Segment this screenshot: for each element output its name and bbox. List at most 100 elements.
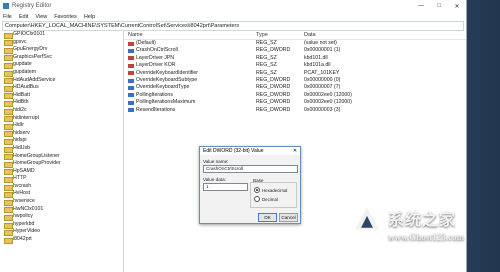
value-data-cell: kbd101.dll (304, 54, 328, 61)
tree-node[interactable]: hidinterrupt (0, 115, 123, 123)
tree-node-label: HidBth (13, 99, 29, 106)
tree-node-label: HyperVideo (13, 228, 41, 235)
tree-node-label: gupdate (13, 61, 32, 68)
tree-node[interactable]: GraphicsPerfSvc (0, 54, 123, 62)
value-data-cell: 0x00002ee0 (12000) (304, 91, 352, 98)
value-type-cell: REG_DWORD (256, 106, 291, 113)
minimize-button[interactable]: — (412, 3, 430, 9)
column-type-header[interactable]: Type (256, 32, 304, 38)
value-name-cell: PollingIterationsMaximum (124, 99, 256, 106)
close-button[interactable]: ✕ (448, 3, 466, 10)
maximize-button[interactable]: □ (430, 3, 448, 9)
value-name-field[interactable]: CrashOnCtrlScroll (203, 165, 298, 173)
tree-node-label: HomeGroupProvider (13, 160, 61, 167)
tree-node-label: gupdatem (13, 68, 37, 75)
value-row[interactable]: OverrideKeyboardSubtype REG_DWORD 0x000000… (124, 77, 466, 84)
cancel-button[interactable]: Cancel (279, 213, 298, 222)
watermark: 系统之家 www.Ghost123.com (348, 200, 498, 266)
tree-node[interactable]: HomeGroupListener (0, 153, 123, 161)
tree-node-label: HomeGroupListener (13, 152, 60, 159)
menu-edit[interactable]: Edit (19, 14, 28, 20)
value-row[interactable]: PollingIterations REG_DWORD 0x00002ee0 (12… (124, 92, 466, 99)
dword-value-icon (128, 100, 134, 105)
column-data-header[interactable]: Data (304, 32, 466, 38)
value-row[interactable]: (Default) REG_SZ (value not set) (124, 40, 466, 47)
registry-editor-icon (3, 3, 9, 9)
tree-node[interactable]: GpuEnergyDrv (0, 46, 123, 54)
tree-node[interactable]: HidBth (0, 99, 123, 108)
address-bar[interactable]: Computer\HKEY_LOCAL_MACHINE\SYSTEM\Curre… (2, 21, 464, 31)
tree-node[interactable]: hidi2c (0, 107, 123, 115)
tree-node[interactable]: hidserv (0, 130, 123, 138)
tree-node[interactable]: hvcrash (0, 183, 123, 191)
dialog-title: Edit DWORD (32-bit) Value (203, 148, 264, 154)
value-row[interactable]: LayerDriver KOR REG_SZ kbd101a.dll (124, 62, 466, 69)
tree-node[interactable]: HDAudBus (0, 84, 123, 92)
key-tree[interactable]: GPIOClx0101 gpsvc GpuEnergyDrv GraphicsPerf… (0, 31, 124, 272)
value-type-cell: REG_DWORD (256, 76, 291, 83)
hexadecimal-radio-dot (254, 187, 260, 193)
menu-help[interactable]: Help (84, 14, 95, 20)
column-headers: Name Type Data (124, 31, 466, 40)
column-name-header[interactable]: Name (124, 32, 256, 38)
menu-favorites[interactable]: Favorites (54, 14, 77, 20)
value-name-cell: ResendIterations (124, 107, 256, 114)
value-row[interactable]: PollingIterationsMaximum REG_DWORD 0x00002… (124, 99, 466, 106)
tree-node-label: HTTP (13, 175, 27, 182)
tree-node[interactable]: HidBatt (0, 92, 123, 100)
tree-node-label: GPIOClx0101 (13, 31, 46, 37)
ok-button[interactable]: OK (258, 213, 277, 222)
value-row[interactable]: LayerDriver JPN REG_SZ kbd101.dll (124, 55, 466, 62)
dialog-close-button[interactable]: ✕ (290, 147, 300, 155)
tree-node[interactable]: hvservice (0, 198, 123, 206)
dword-value-icon (128, 93, 134, 98)
tree-node[interactable]: HTTP (0, 175, 123, 183)
decimal-label: Decimal (262, 196, 278, 202)
tree-node[interactable]: HpSAMD (0, 168, 123, 176)
value-row[interactable]: CrashOnCtrlScroll REG_DWORD 0x00000001 (1) (124, 47, 466, 54)
value-name-cell: OverrideKeyboardType (124, 84, 256, 91)
value-type-cell: REG_SZ (256, 69, 277, 76)
dword-value-icon (128, 108, 134, 113)
decimal-radio-dot (254, 196, 260, 202)
tree-node-label: HDAudBus (13, 84, 39, 91)
tree-node[interactable]: HidUsb (0, 145, 123, 153)
tree-node[interactable]: HidIr (0, 122, 123, 130)
tree-node[interactable]: HwNClx0101 (0, 206, 123, 214)
tree-node[interactable]: HdAudAddService (0, 77, 123, 85)
tree-node[interactable]: HyperVideo (0, 228, 123, 237)
tree-node-label: HidIr (13, 122, 24, 129)
tree-node[interactable]: gupdatem (0, 69, 123, 77)
tree-node[interactable]: gpsvc (0, 39, 123, 47)
tree-node[interactable]: i8042prt (0, 236, 123, 244)
tree-node[interactable]: hyperkbd (0, 221, 123, 229)
dword-value-icon (128, 86, 134, 91)
value-name-text: LayerDriver KOR (136, 62, 176, 69)
tree-node[interactable]: HvHost (0, 190, 123, 199)
value-data-field[interactable]: 1 (203, 183, 248, 191)
tree-node[interactable]: gupdate (0, 61, 123, 70)
window-title: Registry Editor (12, 3, 52, 9)
hexadecimal-label: Hexadecimal (262, 187, 288, 193)
tree-node-label: hvservice (13, 198, 35, 205)
value-type-cell: REG_DWORD (256, 84, 291, 91)
tree-node[interactable]: hwpolicy (0, 213, 123, 221)
hexadecimal-radio[interactable]: Hexadecimal (254, 187, 287, 193)
menu-file[interactable]: File (3, 14, 12, 20)
menu-view[interactable]: View (35, 14, 47, 20)
value-data-cell: kbd101a.dll (304, 62, 331, 69)
value-name-label: Value name: (203, 159, 229, 164)
value-row[interactable]: OverrideKeyboardIdentifier REG_SZ PCAT_101… (124, 70, 466, 77)
base-group (250, 182, 297, 208)
tree-node[interactable]: GPIOClx0101 (0, 31, 123, 39)
tree-node-label: hidi2c (13, 106, 27, 113)
tree-node-label: hidserv (13, 129, 30, 136)
tree-node-label: HpSAMD (13, 167, 35, 174)
value-name-cell: OverrideKeyboardIdentifier (124, 70, 256, 77)
tree-node[interactable]: hidspi (0, 137, 123, 145)
decimal-radio[interactable]: Decimal (254, 196, 278, 202)
value-row[interactable]: OverrideKeyboardType REG_DWORD 0x00000007 … (124, 84, 466, 91)
value-row[interactable]: ResendIterations REG_DWORD 0x00000003 (3) (124, 107, 466, 114)
value-name-text: (Default) (136, 40, 156, 46)
tree-node[interactable]: HomeGroupProvider (0, 160, 123, 168)
